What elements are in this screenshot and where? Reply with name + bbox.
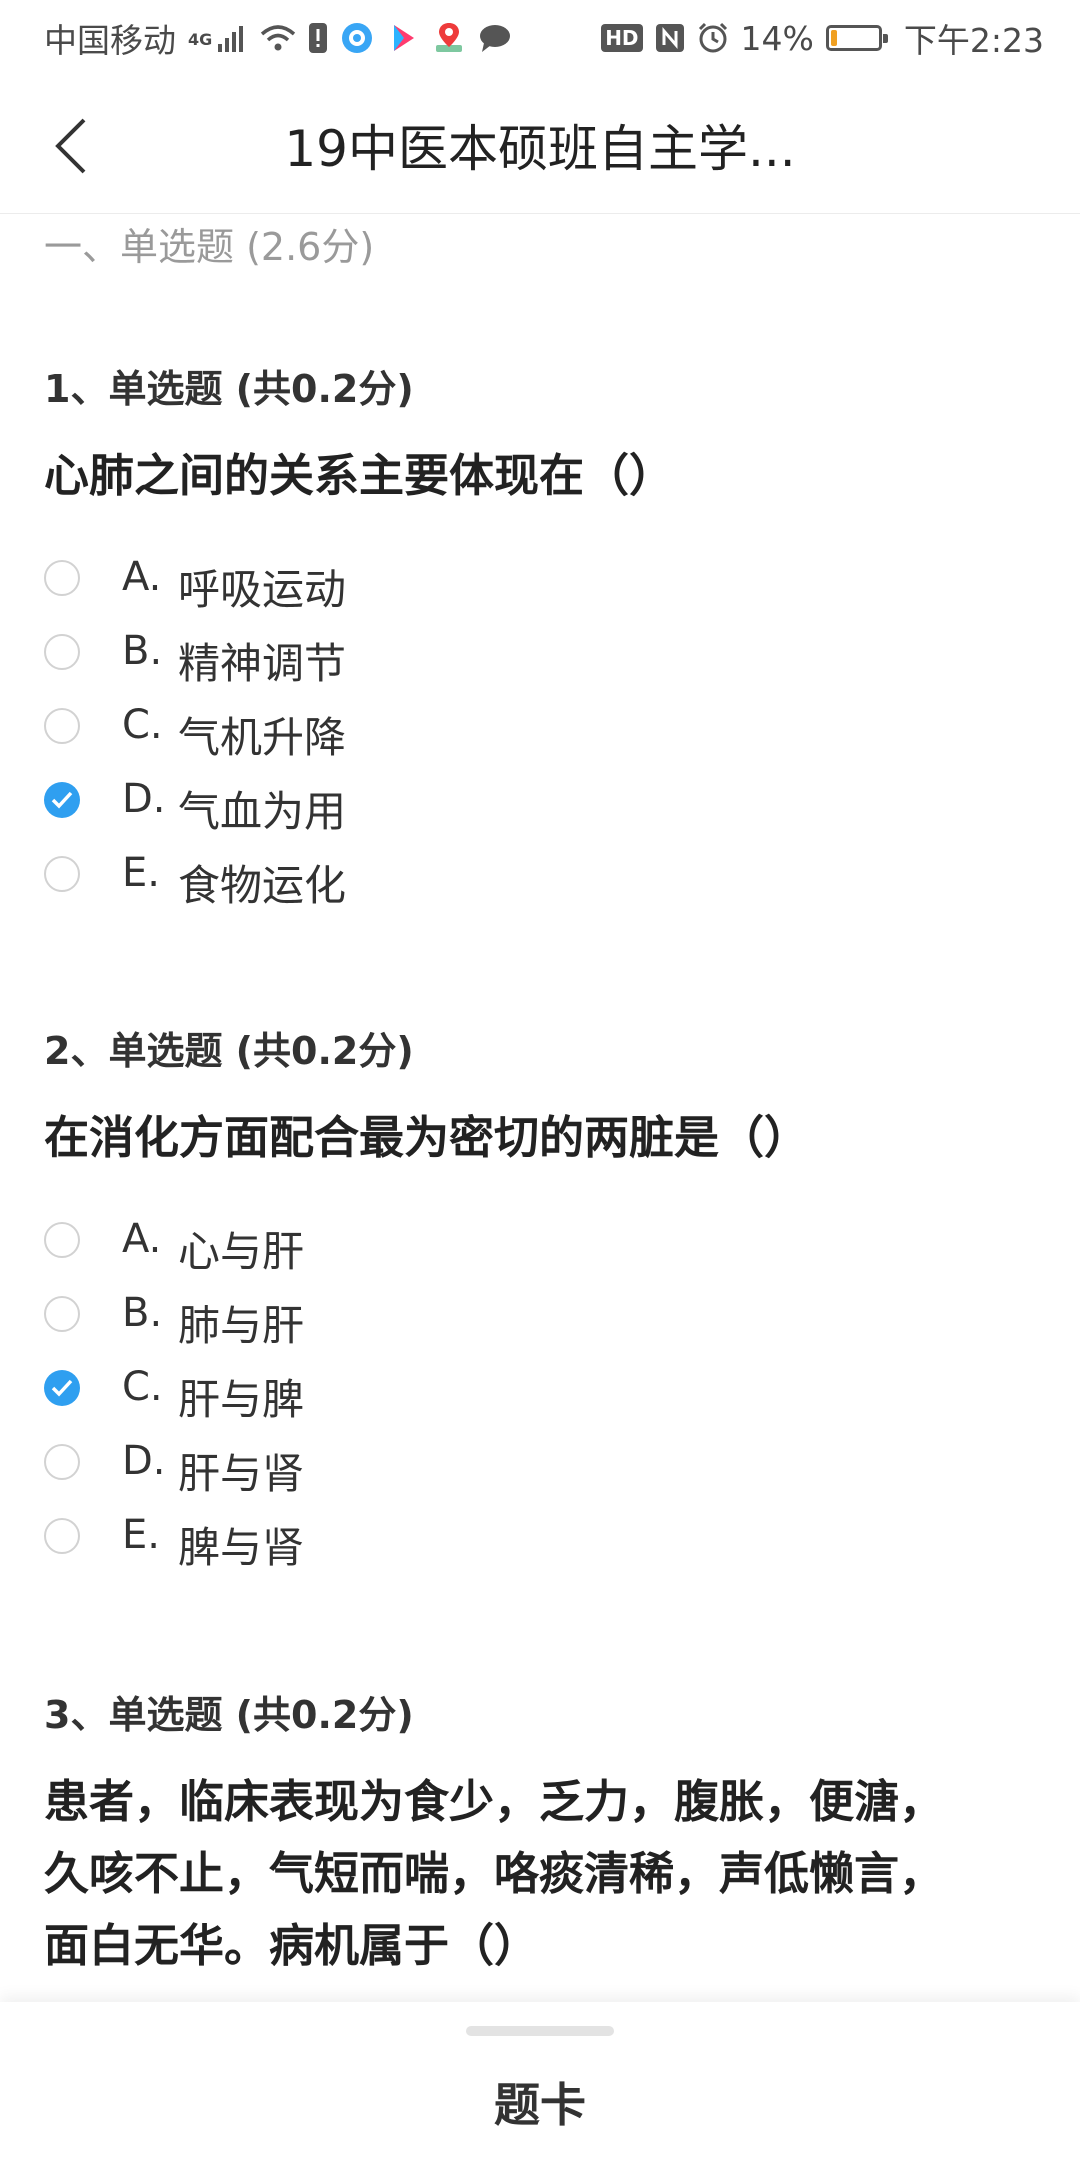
alert-icon (308, 22, 328, 54)
status-bar-right: HD 14% 下午2:23 (601, 14, 1044, 62)
map-app-icon (432, 21, 466, 55)
radio-button[interactable] (44, 1222, 80, 1258)
radio-button[interactable] (44, 708, 80, 744)
option-text: 呼吸运动 (178, 565, 347, 614)
option-text: 心与肝 (178, 1227, 305, 1276)
option-text: 气血为用 (178, 787, 347, 836)
radio-button[interactable] (44, 560, 80, 596)
checkmark-icon (51, 1379, 73, 1397)
wifi-icon (260, 24, 296, 52)
battery-level-fill (830, 30, 837, 46)
battery-icon (825, 25, 888, 51)
page-title: 19中医本硕班自主学... (284, 120, 796, 178)
browser-app-icon (340, 21, 374, 55)
question-label: 1、单选题 (共0.2分) (44, 367, 414, 411)
checkmark-icon (51, 791, 73, 809)
radio-button-checked[interactable] (44, 1370, 80, 1406)
option-d[interactable]: D. 肝与肾 (0, 1426, 1080, 1498)
option-letter: A. (122, 554, 162, 600)
question-label: 3、单选题 (共0.2分) (44, 1693, 414, 1737)
section-title: 一、单选题 (2.6分) (44, 225, 375, 269)
signal-icon (218, 24, 248, 52)
network-type: 4G (188, 30, 213, 49)
option-letter: B. (122, 1290, 163, 1336)
option-text: 精神调节 (178, 639, 347, 688)
option-letter: E. (122, 1512, 160, 1558)
message-icon (478, 23, 512, 53)
option-b[interactable]: B. 精神调节 (0, 616, 1080, 688)
question-text: 心肺之间的关系主要体现在（） (44, 449, 675, 502)
option-text: 脾与肾 (178, 1523, 305, 1572)
nfc-icon (655, 23, 685, 53)
option-letter: E. (122, 850, 160, 896)
option-a[interactable]: A. 心与肝 (0, 1204, 1080, 1276)
carrier-name: 中国移动 (44, 21, 176, 60)
radio-button-checked[interactable] (44, 782, 80, 818)
radio-button[interactable] (44, 1518, 80, 1554)
question-text-line: 久咳不止，气短而喘，咯痰清稀，声低懒言， (44, 1847, 945, 1900)
option-e[interactable]: E. 食物运化 (0, 838, 1080, 910)
nav-header: 19中医本硕班自主学... (0, 76, 1080, 214)
battery-percent: 14% (740, 18, 814, 58)
hd-icon: HD (601, 24, 643, 52)
answer-card-button[interactable]: 题卡 (440, 2062, 640, 2142)
option-letter: C. (122, 702, 163, 748)
radio-button[interactable] (44, 1296, 80, 1332)
youku-app-icon (386, 21, 420, 55)
question-text: 在消化方面配合最为密切的两脏是（） (44, 1111, 810, 1164)
clock-time: 下午2:23 (903, 21, 1044, 60)
radio-button[interactable] (44, 634, 80, 670)
option-c[interactable]: C. 肝与脾 (0, 1352, 1080, 1424)
option-e[interactable]: E. 脾与肾 (0, 1500, 1080, 1572)
option-d[interactable]: D. 气血为用 (0, 764, 1080, 836)
bottom-bar: 题卡 (0, 2002, 1080, 2160)
status-bar-left: 中国移动 4G (44, 14, 512, 62)
back-chevron-icon (55, 118, 86, 174)
alarm-icon (697, 22, 729, 54)
option-text: 气机升降 (178, 713, 347, 762)
question-text-line: 患者，临床表现为食少，乏力，腹胀，便溏， (44, 1775, 945, 1828)
status-bar: 中国移动 4G HD 14% 下午2:23 (0, 0, 1080, 76)
option-letter: B. (122, 628, 163, 674)
drag-handle[interactable] (466, 2026, 614, 2036)
option-text: 肝与脾 (178, 1375, 305, 1424)
radio-button[interactable] (44, 856, 80, 892)
option-c[interactable]: C. 气机升降 (0, 690, 1080, 762)
option-letter: D. (122, 776, 166, 822)
option-letter: A. (122, 1216, 162, 1262)
question-text-line: 面白无华。病机属于（） (44, 1919, 540, 1972)
option-b[interactable]: B. 肺与肝 (0, 1278, 1080, 1350)
option-text: 肝与肾 (178, 1449, 305, 1498)
option-letter: D. (122, 1438, 166, 1484)
option-letter: C. (122, 1364, 163, 1410)
back-button[interactable] (40, 106, 104, 186)
option-a[interactable]: A. 呼吸运动 (0, 542, 1080, 614)
radio-button[interactable] (44, 1444, 80, 1480)
option-text: 食物运化 (178, 861, 347, 910)
option-text: 肺与肝 (178, 1301, 305, 1350)
question-label: 2、单选题 (共0.2分) (44, 1029, 414, 1073)
